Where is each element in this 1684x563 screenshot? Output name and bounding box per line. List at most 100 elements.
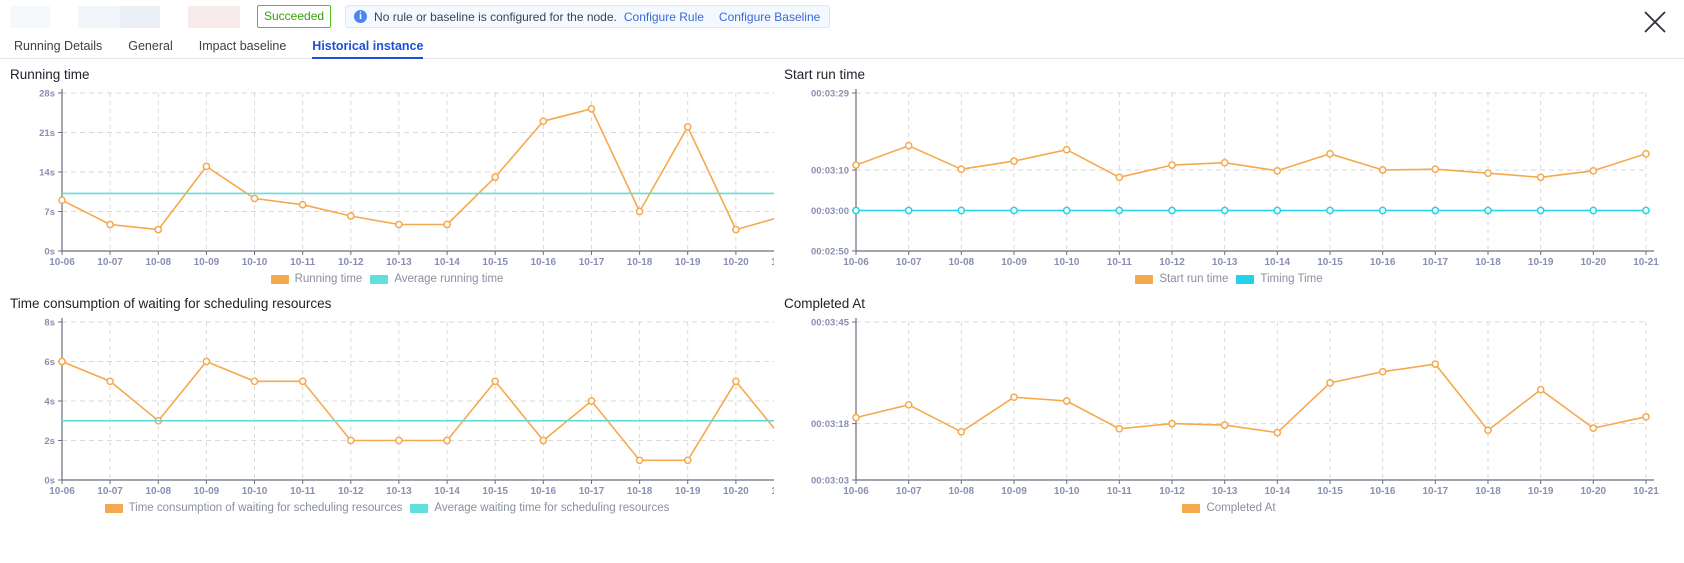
data-point[interactable] xyxy=(1326,379,1334,387)
data-point[interactable] xyxy=(683,123,692,131)
data-point[interactable] xyxy=(635,207,644,216)
legend-entry[interactable]: Time consumption of waiting for scheduli… xyxy=(104,502,403,514)
data-point[interactable] xyxy=(106,220,114,229)
data-point[interactable] xyxy=(1010,393,1018,402)
data-point[interactable] xyxy=(1273,166,1282,175)
data-point[interactable] xyxy=(1589,166,1598,175)
data-point[interactable] xyxy=(957,427,966,436)
legend-entry[interactable]: Completed At xyxy=(1182,502,1276,514)
data-point[interactable] xyxy=(1326,149,1334,158)
tab-historical-instance[interactable]: Historical instance xyxy=(312,39,424,59)
data-point[interactable] xyxy=(1431,360,1440,368)
data-point[interactable] xyxy=(957,165,966,174)
data-point[interactable] xyxy=(298,200,307,209)
data-point[interactable] xyxy=(1431,165,1440,174)
data-point[interactable] xyxy=(1220,206,1229,215)
data-point[interactable] xyxy=(1273,428,1282,437)
data-point[interactable] xyxy=(1062,397,1071,405)
tab-impact-baseline[interactable]: Impact baseline xyxy=(199,39,287,58)
data-point[interactable] xyxy=(1010,206,1018,215)
data-point[interactable] xyxy=(587,104,596,113)
x-tick-label: 10-13 xyxy=(386,486,412,497)
data-point[interactable] xyxy=(395,220,403,229)
data-point[interactable] xyxy=(539,436,548,445)
data-point[interactable] xyxy=(1642,206,1650,215)
data-point[interactable] xyxy=(1326,206,1334,215)
data-point[interactable] xyxy=(250,377,259,386)
data-point[interactable] xyxy=(1536,206,1545,215)
data-point[interactable] xyxy=(1378,166,1387,174)
data-point[interactable] xyxy=(539,117,548,126)
data-point[interactable] xyxy=(904,141,913,150)
data-point[interactable] xyxy=(1168,161,1176,169)
data-point[interactable] xyxy=(202,357,211,366)
legend-entry[interactable]: Running time xyxy=(270,273,362,285)
data-point[interactable] xyxy=(732,225,740,234)
data-point[interactable] xyxy=(1220,421,1229,429)
y-tick-label: 6s xyxy=(44,357,55,368)
tab-general[interactable]: General xyxy=(128,39,172,58)
data-point[interactable] xyxy=(1589,206,1598,215)
data-point[interactable] xyxy=(635,456,644,465)
data-point[interactable] xyxy=(1115,173,1124,182)
data-point[interactable] xyxy=(1589,424,1598,432)
x-tick-label: 10-14 xyxy=(434,486,460,497)
data-point[interactable] xyxy=(58,357,66,366)
data-point[interactable] xyxy=(852,161,860,169)
data-point[interactable] xyxy=(1062,206,1071,215)
legend-entry[interactable]: Timing Time xyxy=(1236,273,1323,285)
data-point[interactable] xyxy=(1273,206,1282,215)
legend-entry[interactable]: Average running time xyxy=(370,273,503,285)
data-point[interactable] xyxy=(1168,419,1176,428)
data-point[interactable] xyxy=(1642,412,1650,421)
data-point[interactable] xyxy=(683,456,692,465)
data-point[interactable] xyxy=(1115,424,1124,433)
data-point[interactable] xyxy=(732,377,740,386)
x-tick-label: 10-15 xyxy=(482,486,508,497)
data-point[interactable] xyxy=(1642,149,1650,158)
data-point[interactable] xyxy=(852,413,860,422)
x-tick-label: 10-08 xyxy=(146,257,172,268)
data-point[interactable] xyxy=(852,206,860,215)
data-point[interactable] xyxy=(1536,173,1545,182)
data-point[interactable] xyxy=(106,377,114,386)
data-point[interactable] xyxy=(1484,169,1492,178)
data-point[interactable] xyxy=(491,377,500,386)
legend-entry[interactable]: Average waiting time for scheduling reso… xyxy=(410,502,669,514)
data-point[interactable] xyxy=(904,400,913,409)
data-point[interactable] xyxy=(298,377,307,386)
data-point[interactable] xyxy=(443,220,451,229)
data-point[interactable] xyxy=(1536,385,1545,394)
legend-label: Time consumption of waiting for scheduli… xyxy=(128,502,403,514)
data-point[interactable] xyxy=(1115,206,1124,215)
data-point[interactable] xyxy=(1062,145,1071,154)
data-point[interactable] xyxy=(957,206,966,215)
tab-running-details[interactable]: Running Details xyxy=(14,39,102,58)
data-point[interactable] xyxy=(395,436,403,445)
data-point[interactable] xyxy=(1220,158,1229,167)
data-point[interactable] xyxy=(1010,157,1018,165)
data-point[interactable] xyxy=(443,436,451,445)
data-point[interactable] xyxy=(346,212,355,220)
data-point[interactable] xyxy=(1431,206,1440,215)
data-point[interactable] xyxy=(1378,206,1387,215)
data-point[interactable] xyxy=(346,436,355,445)
x-tick-label: 10-12 xyxy=(338,486,364,497)
data-point[interactable] xyxy=(202,162,211,171)
configure-baseline-link[interactable]: Configure Baseline xyxy=(719,10,820,24)
data-point[interactable] xyxy=(1484,206,1492,215)
data-point[interactable] xyxy=(58,196,66,205)
y-tick-label: 7s xyxy=(44,207,55,218)
legend-entry[interactable]: Start run time xyxy=(1135,273,1228,285)
y-tick-label: 8s xyxy=(44,318,55,329)
data-point[interactable] xyxy=(587,397,596,405)
data-point[interactable] xyxy=(491,173,500,181)
data-point[interactable] xyxy=(1484,426,1492,435)
close-icon[interactable] xyxy=(1642,9,1668,35)
configure-rule-link[interactable]: Configure Rule xyxy=(624,10,704,24)
data-point[interactable] xyxy=(904,206,913,215)
data-point[interactable] xyxy=(250,194,259,203)
data-point[interactable] xyxy=(1168,206,1176,215)
data-point[interactable] xyxy=(1378,367,1387,376)
data-point[interactable] xyxy=(154,225,163,234)
